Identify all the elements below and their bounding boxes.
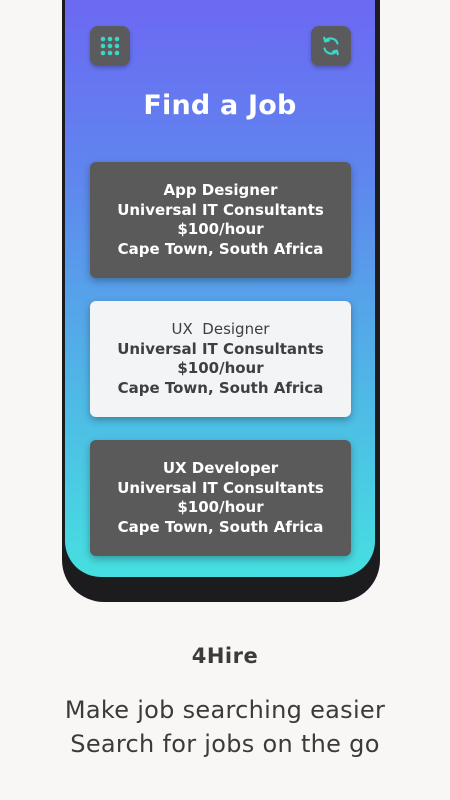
job-company: Universal IT Consultants <box>117 478 324 497</box>
tagline-line-2: Search for jobs on the go <box>70 730 380 758</box>
refresh-button[interactable] <box>311 26 351 66</box>
refresh-icon <box>323 36 339 56</box>
menu-button[interactable] <box>90 26 130 66</box>
job-title: UX Developer <box>162 459 279 477</box>
job-title: App Designer <box>163 181 278 199</box>
job-card-app-designer[interactable]: App Designer Universal IT Consultants $1… <box>90 162 351 278</box>
grid-menu-icon <box>100 36 120 56</box>
job-rate: $100/hour <box>177 498 264 516</box>
job-location: Cape Town, South Africa <box>117 517 324 536</box>
job-rate: $100/hour <box>177 220 264 238</box>
job-company: Universal IT Consultants <box>117 200 324 219</box>
app-name: 4Hire <box>191 644 259 668</box>
tagline-line-1: Make job searching easier <box>64 696 386 724</box>
app-screen: Find a Job App Designer Universal IT Con… <box>65 0 375 577</box>
job-card-ux-developer[interactable]: UX Developer Universal IT Consultants $1… <box>90 440 351 556</box>
job-card-ux-designer[interactable]: UX Designer Universal IT Consultants $10… <box>90 301 351 417</box>
job-rate: $100/hour <box>177 359 264 377</box>
job-location: Cape Town, South Africa <box>117 239 324 258</box>
job-title: UX Designer <box>171 320 270 338</box>
page-title: Find a Job <box>143 90 297 121</box>
job-company: Universal IT Consultants <box>117 339 324 358</box>
job-location: Cape Town, South Africa <box>117 378 324 397</box>
